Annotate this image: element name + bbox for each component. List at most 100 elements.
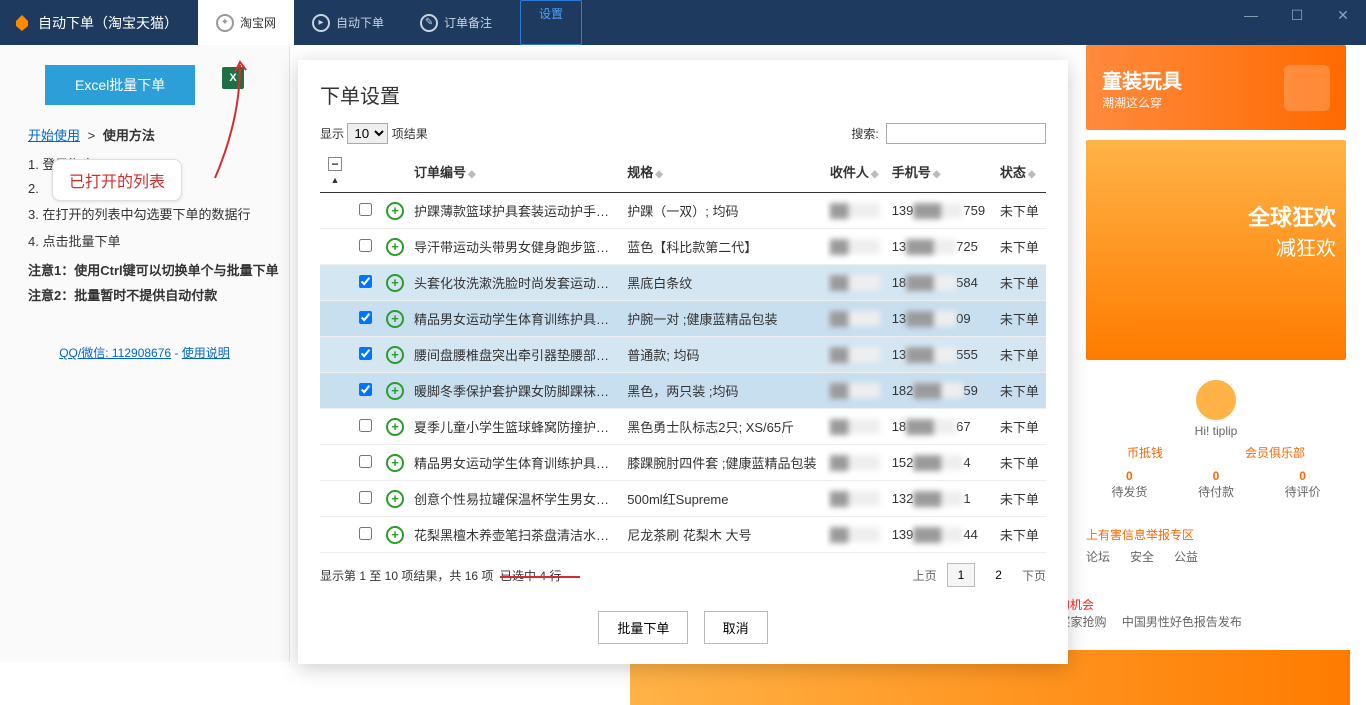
excel-batch-button[interactable]: Excel批量下单: [45, 65, 195, 105]
row-checkbox[interactable]: [359, 491, 372, 504]
app-title: 自动下单（淘宝天猫）: [38, 13, 178, 33]
pending-review[interactable]: 0待评价: [1285, 469, 1321, 500]
cell-spec: 黑色，两只装 ;均码: [623, 373, 826, 409]
expand-icon[interactable]: +: [386, 526, 404, 544]
row-checkbox[interactable]: [359, 275, 372, 288]
row-checkbox[interactable]: [359, 203, 372, 216]
col-status[interactable]: 状态◆: [996, 150, 1046, 193]
maximize-button[interactable]: ☐: [1274, 0, 1320, 30]
row-checkbox[interactable]: [359, 239, 372, 252]
cell-phone: 13███555: [888, 337, 996, 373]
table-row[interactable]: +创意个性易拉罐保温杯学生男女情…500ml红Supreme██132███1未…: [320, 481, 1046, 517]
pagination: 上页 1 2 下页: [913, 563, 1046, 587]
pending-ship[interactable]: 0待发货: [1111, 469, 1147, 500]
settings-button[interactable]: 设置: [520, 0, 582, 45]
tab-taobao[interactable]: ✦淘宝网: [198, 0, 294, 45]
crumb-start[interactable]: 开始使用: [28, 128, 80, 143]
search-input[interactable]: [886, 123, 1046, 144]
cell-phone: 18███584: [888, 265, 996, 301]
table-row[interactable]: +精品男女运动学生体育训练护具骨…膝踝腕肘四件套 ;健康蓝精品包装██152██…: [320, 445, 1046, 481]
charity-link[interactable]: 公益: [1174, 548, 1198, 565]
cell-status: 未下单: [996, 301, 1046, 337]
cell-status: 未下单: [996, 409, 1046, 445]
row-checkbox[interactable]: [359, 347, 372, 360]
row-checkbox[interactable]: [359, 527, 372, 540]
collapse-all-button[interactable]: −: [328, 157, 342, 171]
orders-table: − ▲ 订单编号◆ 规格◆ 收件人◆ 手机号◆ 状态◆ +护踝薄款篮球护具套装运…: [320, 150, 1046, 553]
cell-order: 夏季儿童小学生篮球蜂窝防撞护臂…: [410, 409, 623, 445]
col-phone[interactable]: 手机号◆: [888, 150, 996, 193]
batch-order-button[interactable]: 批量下单: [598, 611, 688, 644]
sidebar: Excel批量下单 开始使用 > 使用方法 1. 登录淘宝 2. 3. 在打开的…: [0, 45, 290, 662]
page-2[interactable]: 2: [985, 564, 1012, 586]
crumb-current: 使用方法: [103, 128, 155, 143]
expand-icon[interactable]: +: [386, 454, 404, 472]
qq-link[interactable]: QQ/微信: 112908676: [59, 346, 171, 360]
cell-phone: 13███725: [888, 229, 996, 265]
cell-recipient: ██: [826, 445, 888, 481]
row-checkbox[interactable]: [359, 419, 372, 432]
col-spec[interactable]: 规格◆: [623, 150, 826, 193]
table-row[interactable]: +精品男女运动学生体育训练护具骨…护腕一对 ;健康蓝精品包装██13███09未…: [320, 301, 1046, 337]
cell-spec: 蓝色【科比款第二代】: [623, 229, 826, 265]
prev-page[interactable]: 上页: [913, 567, 937, 584]
expand-icon[interactable]: +: [386, 418, 404, 436]
table-row[interactable]: +导汗带运动头带男女健身跑步篮球…蓝色【科比款第二代】██13███725未下单: [320, 229, 1046, 265]
table-row[interactable]: +头套化妆洗漱洗脸时尚发套运动发…黑底白条纹██18███584未下单: [320, 265, 1046, 301]
expand-icon[interactable]: +: [386, 238, 404, 256]
tab-order-remark[interactable]: ✎订单备注: [402, 0, 510, 45]
step-4: 4. 点击批量下单: [28, 227, 289, 254]
promo-banner[interactable]: 全球狂欢 减狂欢: [1086, 140, 1346, 360]
member-link[interactable]: 会员俱乐部: [1245, 444, 1305, 461]
help-link[interactable]: 使用说明: [182, 346, 230, 360]
cell-status: 未下单: [996, 517, 1046, 553]
cell-status: 未下单: [996, 265, 1046, 301]
expand-icon[interactable]: +: [386, 346, 404, 364]
cell-order: 护踝薄款篮球护具套装运动护手掌…: [410, 193, 623, 229]
cell-spec: 黑色勇士队标志2只; XS/65斤: [623, 409, 826, 445]
breadcrumb: 开始使用 > 使用方法: [28, 125, 289, 144]
avatar-icon: [1196, 380, 1236, 420]
row-checkbox[interactable]: [359, 311, 372, 324]
cancel-button[interactable]: 取消: [704, 611, 768, 644]
cell-recipient: ██: [826, 229, 888, 265]
excel-icon[interactable]: [222, 67, 244, 89]
greeting: Hi! tiplip: [1086, 424, 1346, 438]
cell-spec: 膝踝腕肘四件套 ;健康蓝精品包装: [623, 445, 826, 481]
cell-phone: 152███4: [888, 445, 996, 481]
cell-recipient: ██: [826, 481, 888, 517]
page-1[interactable]: 1: [947, 563, 976, 587]
app-logo-icon: [14, 15, 30, 31]
tab-auto-order[interactable]: ▸自动下单: [294, 0, 402, 45]
col-recipient[interactable]: 收件人◆: [826, 150, 888, 193]
table-row[interactable]: +夏季儿童小学生篮球蜂窝防撞护臂…黑色勇士队标志2只; XS/65斤██18██…: [320, 409, 1046, 445]
forum-link[interactable]: 论坛: [1086, 548, 1110, 565]
cell-recipient: ██: [826, 301, 888, 337]
table-row[interactable]: +腰间盘腰椎盘突出牵引器垫腰部劳…普通款; 均码██13███555未下单: [320, 337, 1046, 373]
row-checkbox[interactable]: [359, 455, 372, 468]
table-row[interactable]: +花梨黑檀木养壶笔扫茶盘清洁水洗…尼龙茶刷 花梨木 大号██139███44未下…: [320, 517, 1046, 553]
expand-icon[interactable]: +: [386, 490, 404, 508]
cell-spec: 黑底白条纹: [623, 265, 826, 301]
next-page[interactable]: 下页: [1022, 567, 1046, 584]
page-length-select[interactable]: 10: [347, 123, 388, 144]
report-link[interactable]: 上有害信息举报专区: [1086, 520, 1346, 549]
table-row[interactable]: +暖脚冬季保护套护踝女防脚踝袜加…黑色，两只装 ;均码██182███59未下单: [320, 373, 1046, 409]
col-orderno[interactable]: 订单编号◆: [410, 150, 623, 193]
toy-card[interactable]: 童装玩具 潮潮这么穿: [1086, 45, 1346, 130]
safety-link[interactable]: 安全: [1130, 548, 1154, 565]
table-info: 显示第 1 至 10 项结果，共 16 项 已选中 4 行: [320, 567, 561, 584]
row-checkbox[interactable]: [359, 383, 372, 396]
expand-icon[interactable]: +: [386, 382, 404, 400]
expand-icon[interactable]: +: [386, 310, 404, 328]
cell-recipient: ██: [826, 265, 888, 301]
expand-icon[interactable]: +: [386, 202, 404, 220]
length-control: 显示 10 项结果: [320, 123, 428, 144]
coin-link[interactable]: 币抵钱: [1127, 444, 1163, 461]
user-box: Hi! tiplip 币抵钱 会员俱乐部 0待发货 0待付款 0待评价: [1086, 370, 1346, 510]
table-row[interactable]: +护踝薄款篮球护具套装运动护手掌…护踝（一双）; 均码██139███759未下…: [320, 193, 1046, 229]
expand-icon[interactable]: +: [386, 274, 404, 292]
minimize-button[interactable]: —: [1228, 0, 1274, 30]
pending-pay[interactable]: 0待付款: [1198, 469, 1234, 500]
close-button[interactable]: ✕: [1320, 0, 1366, 30]
